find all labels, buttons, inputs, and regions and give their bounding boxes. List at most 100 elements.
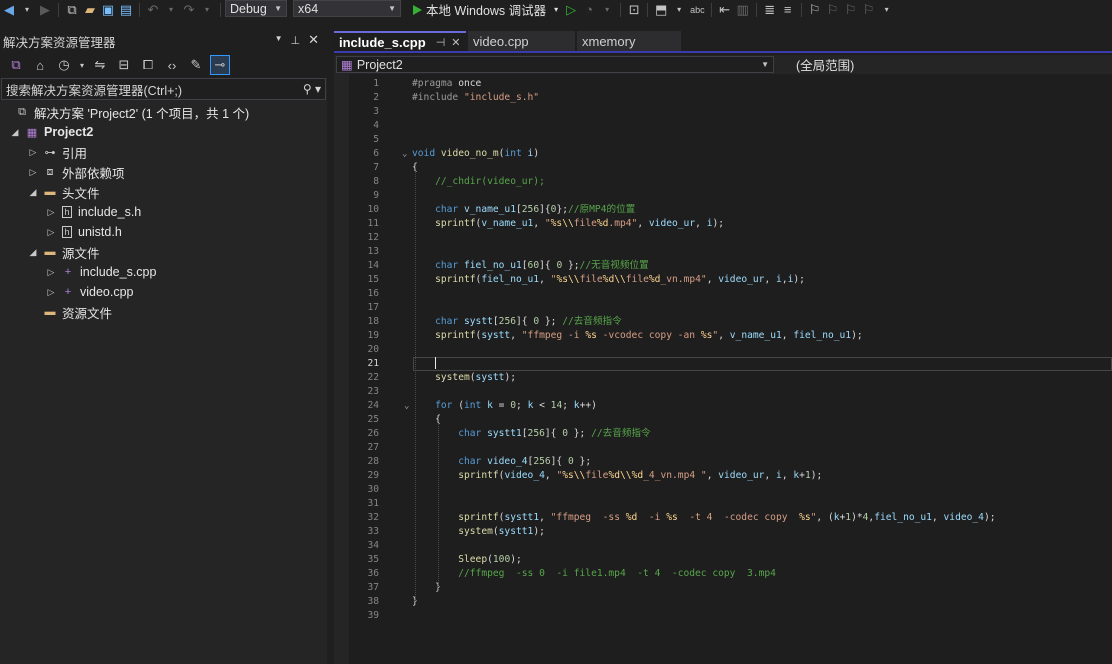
close-icon[interactable]: ✕ bbox=[451, 36, 460, 49]
expanded-arrow-icon[interactable]: ◢ bbox=[26, 247, 40, 258]
code-line[interactable]: 11 sprintf(v_name_u1, "%s\\file%d.mp4", … bbox=[334, 217, 1112, 231]
tree-item[interactable]: ⧉ 解决方案 'Project2' (1 个项目，共 1 个) bbox=[0, 102, 327, 122]
code-line[interactable]: 32 sprintf(systt1, "ffmpeg -ss %d -i %s … bbox=[334, 511, 1112, 525]
layout-icon[interactable]: ⬒ bbox=[652, 1, 670, 18]
close-icon[interactable]: ✕ bbox=[308, 32, 319, 48]
code-line[interactable]: 10 char v_name_u1[256]{0};//原MP4的位置 bbox=[334, 203, 1112, 217]
code-line[interactable]: 17 bbox=[334, 301, 1112, 315]
back-icon[interactable]: ◀ bbox=[0, 1, 18, 18]
toolbar-overflow-icon[interactable]: ▾ bbox=[878, 1, 896, 18]
code-line[interactable]: 5 bbox=[334, 133, 1112, 147]
code-line[interactable]: 3 bbox=[334, 105, 1112, 119]
editor-tab[interactable]: video.cpp bbox=[468, 31, 575, 51]
code-line[interactable]: 39 bbox=[334, 609, 1112, 623]
code-line[interactable]: 29 sprintf(video_4, "%s\\file%d\\%d_4_vn… bbox=[334, 469, 1112, 483]
preview-selected-items-icon[interactable]: ⊸ bbox=[210, 55, 230, 75]
code-line[interactable]: 38} bbox=[334, 595, 1112, 609]
comment-icon[interactable]: ≣ bbox=[761, 1, 779, 18]
project-select[interactable]: ▦ Project2 ▼ bbox=[336, 56, 774, 73]
expanded-arrow-icon[interactable]: ◢ bbox=[26, 187, 40, 198]
tree-item[interactable]: ▷ ⧈ 外部依赖项 bbox=[0, 162, 327, 182]
tree-item[interactable]: ◢ ▦ Project2 bbox=[0, 122, 327, 142]
view-code-icon[interactable]: ‹› bbox=[162, 55, 182, 75]
new-project-icon[interactable]: ⧉ bbox=[63, 1, 81, 18]
layout-dropdown-icon[interactable]: ▾ bbox=[670, 1, 688, 18]
panel-menu-icon[interactable]: ▼ bbox=[275, 34, 283, 50]
tree-item[interactable]: ▷ h unistd.h bbox=[0, 222, 327, 242]
switch-views-icon[interactable]: ⧉ bbox=[6, 55, 26, 75]
editor-tab[interactable]: xmemory bbox=[577, 31, 681, 51]
code-line[interactable]: 16 bbox=[334, 287, 1112, 301]
chevron-down-icon[interactable]: ▾ bbox=[78, 55, 86, 75]
code-line[interactable]: 33 system(systt1); bbox=[334, 525, 1112, 539]
collapsed-arrow-icon[interactable]: ▷ bbox=[26, 167, 40, 178]
code-editor[interactable]: 1 #pragma once 2 #include "include_s.h" 3 4 5 6… bbox=[334, 74, 1112, 664]
pin-icon[interactable]: ⊣ bbox=[436, 36, 446, 49]
start-without-debugging-icon[interactable]: ▷ bbox=[562, 1, 580, 18]
start-debugging-button[interactable]: 本地 Windows 调试器 ▾ bbox=[409, 0, 562, 19]
code-line[interactable]: 35 Sleep(100); bbox=[334, 553, 1112, 567]
code-line[interactable]: 14 char fiel_no_u1[60]{ 0 };//无音视频位置 bbox=[334, 259, 1112, 273]
tree-item[interactable]: ▬ 资源文件 bbox=[0, 302, 327, 322]
fold-toggle-icon[interactable]: ⌄ bbox=[404, 399, 409, 413]
code-line[interactable]: 22 system(systt); bbox=[334, 371, 1112, 385]
code-line[interactable]: 7{ bbox=[334, 161, 1112, 175]
save-icon[interactable]: ▣ bbox=[99, 1, 117, 18]
spell-check-icon[interactable]: abc bbox=[688, 1, 707, 18]
code-line[interactable]: 30 bbox=[334, 483, 1112, 497]
forward-icon[interactable]: ▶ bbox=[36, 1, 54, 18]
editor-tab[interactable]: include_s.cpp ⊣ ✕ bbox=[334, 31, 466, 51]
tree-item[interactable]: ▷ ⊶ 引用 bbox=[0, 142, 327, 162]
code-line[interactable]: 15 sprintf(fiel_no_u1, "%s\\file%d\\file… bbox=[334, 273, 1112, 287]
code-line[interactable]: 27 bbox=[334, 441, 1112, 455]
tree-item[interactable]: ◢ ▬ 头文件 bbox=[0, 182, 327, 202]
code-line[interactable]: 2 #include "include_s.h" bbox=[334, 91, 1112, 105]
bookmark-next-icon[interactable]: ⚐ bbox=[842, 1, 860, 18]
platform-select[interactable]: x64 ▼ bbox=[293, 0, 401, 17]
hot-reload-icon[interactable]: ◔ bbox=[580, 1, 598, 18]
pending-changes-filter-icon[interactable]: ◷ bbox=[54, 55, 74, 75]
code-line[interactable]: 4 bbox=[334, 119, 1112, 133]
code-line[interactable]: 25 { bbox=[334, 413, 1112, 427]
redo-dropdown-icon[interactable]: ▾ bbox=[198, 1, 216, 18]
code-line[interactable]: 8 //_chdir(video_ur); bbox=[334, 175, 1112, 189]
code-line[interactable]: 28 char video_4[256]{ 0 }; bbox=[334, 455, 1112, 469]
search-icon[interactable]: ⚲ ▾ bbox=[303, 82, 325, 96]
collapsed-arrow-icon[interactable]: ▷ bbox=[44, 287, 58, 298]
format-icon[interactable]: ▥ bbox=[734, 1, 752, 18]
tree-item[interactable]: ▷ h include_s.h bbox=[0, 202, 327, 222]
bookmark-prev-icon[interactable]: ⚐ bbox=[824, 1, 842, 18]
scope-select[interactable]: (全局范围) bbox=[776, 56, 1112, 73]
hot-reload-dropdown-icon[interactable]: ▾ bbox=[598, 1, 616, 18]
save-all-icon[interactable]: ▤ bbox=[117, 1, 135, 18]
code-line[interactable]: 21 bbox=[334, 357, 1112, 371]
open-folder-icon[interactable]: ▰ bbox=[81, 1, 99, 18]
solution-config-select[interactable]: Debug ▼ bbox=[225, 0, 287, 17]
code-line[interactable]: 26 char systt1[256]{ 0 }; //去音频指令 bbox=[334, 427, 1112, 441]
bookmark-clear-icon[interactable]: ⚐ bbox=[860, 1, 878, 18]
expanded-arrow-icon[interactable]: ◢ bbox=[8, 127, 22, 138]
properties-icon[interactable]: ✎ bbox=[186, 55, 206, 75]
undo-icon[interactable]: ↶ bbox=[144, 1, 162, 18]
code-line[interactable]: 34 bbox=[334, 539, 1112, 553]
browse-icon[interactable]: ⊡ bbox=[625, 1, 643, 18]
bookmark-icon[interactable]: ⚐ bbox=[806, 1, 824, 18]
code-line[interactable]: 31 bbox=[334, 497, 1112, 511]
tree-item[interactable]: ▷ + video.cpp bbox=[0, 282, 327, 302]
undo-dropdown-icon[interactable]: ▾ bbox=[162, 1, 180, 18]
collapsed-arrow-icon[interactable]: ▷ bbox=[44, 267, 58, 278]
code-line[interactable]: 6 ⌄ void video_no_m(int i) bbox=[334, 147, 1112, 161]
code-line[interactable]: 1 #pragma once bbox=[334, 77, 1112, 91]
panel-splitter[interactable] bbox=[327, 31, 334, 664]
pin-icon[interactable]: ⊥ bbox=[291, 34, 301, 50]
collapsed-arrow-icon[interactable]: ▷ bbox=[44, 227, 58, 238]
uncomment-icon[interactable]: ≡ bbox=[779, 1, 797, 18]
code-line[interactable]: 23 bbox=[334, 385, 1112, 399]
code-line[interactable]: 36 //ffmpeg -ss 0 -i file1.mp4 -t 4 -cod… bbox=[334, 567, 1112, 581]
sync-active-document-icon[interactable]: ⇋ bbox=[90, 55, 110, 75]
code-line[interactable]: 18 char systt[256]{ 0 }; //去音频指令 bbox=[334, 315, 1112, 329]
fold-toggle-icon[interactable]: ⌄ bbox=[402, 147, 407, 161]
collapsed-arrow-icon[interactable]: ▷ bbox=[26, 147, 40, 158]
show-all-files-icon[interactable]: ⧠ bbox=[138, 55, 158, 75]
tree-item[interactable]: ◢ ▬ 源文件 bbox=[0, 242, 327, 262]
